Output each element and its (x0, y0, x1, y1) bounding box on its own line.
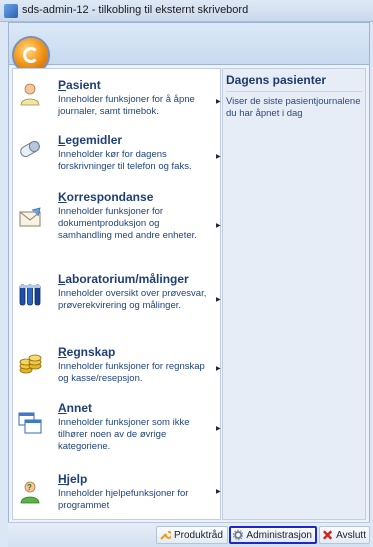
menu-item-description: Inneholder funksjoner for regnskap og ka… (58, 361, 205, 385)
window-title: sds-admin-12 - tilkobling til eksternt s… (22, 4, 249, 16)
menu-item-annet[interactable]: Annet Inneholder funksjoner som ikke til… (14, 401, 221, 465)
coins-icon (19, 354, 42, 374)
menu-item-legemidler[interactable]: Legemidler Inneholder kør for dagens for… (14, 133, 221, 181)
avslutt-label: Avslutt (336, 529, 366, 541)
menu-item-title: Laboratorium/målinger (58, 272, 189, 286)
produktrad-label: Produktråd (174, 529, 223, 541)
recent-items-pane (222, 68, 366, 520)
menu-item-description: Inneholder funksjoner som ikke tilhører … (58, 417, 190, 453)
application-logo-icon (23, 47, 39, 63)
ribbon-header (8, 22, 370, 64)
recent-title: Dagens pasienter (226, 73, 327, 87)
menu-item-korrespondanse[interactable]: Korrespondanse Inneholder funksjoner for… (14, 190, 221, 262)
menu-item-title: Hjelp (58, 472, 88, 486)
close-icon (323, 530, 333, 540)
lab-tubes-icon (19, 284, 41, 306)
menu-item-title: Pasient (58, 78, 101, 92)
menu-item-description: Inneholder funksjoner for dokumentproduk… (58, 206, 197, 242)
title-bar: sds-admin-12 - tilkobling til eksternt s… (0, 0, 373, 22)
application-orb-button[interactable] (14, 38, 48, 72)
menu-item-regnskap[interactable]: Regnskap Inneholder funksjoner for regns… (14, 345, 221, 397)
pill-icon (20, 141, 40, 157)
produktrad-button[interactable]: Produktråd (156, 526, 228, 544)
recent-description: Viser de siste pasientjournalene du har … (226, 96, 361, 119)
remote-desktop-icon (4, 4, 18, 18)
menu-item-description: Inneholder funksjoner for å åpne journal… (58, 94, 195, 118)
menu-item-description: Inneholder oversikt over prøvesvar, prøv… (58, 288, 207, 312)
submenu-arrow-icon: ▶ (216, 297, 221, 303)
menu-item-title: Regnskap (58, 345, 116, 359)
avslutt-button[interactable]: Avslutt (319, 526, 370, 544)
windows-icon (18, 412, 42, 434)
menu-item-description: Inneholder hjelpefunksjoner for programm… (58, 488, 189, 512)
administrasjon-label: Administrasjon (246, 529, 312, 541)
menu-item-description: Inneholder kør for dagens forskrivninger… (58, 149, 192, 173)
administrasjon-button[interactable]: Administrasjon (229, 526, 317, 544)
submenu-arrow-icon: ▶ (216, 99, 221, 105)
submenu-arrow-icon: ▶ (216, 489, 221, 495)
submenu-arrow-icon: ▶ (216, 223, 221, 229)
menu-item-title: Legemidler (58, 133, 123, 147)
svg-text:?: ? (27, 483, 32, 492)
envelope-icon (19, 207, 41, 227)
submenu-arrow-icon: ▶ (216, 366, 221, 372)
submenu-arrow-icon: ▶ (216, 426, 221, 432)
submenu-arrow-icon: ▶ (216, 154, 221, 160)
menu-item-title: Annet (58, 401, 93, 415)
menu-item-title: Korrespondanse (58, 190, 154, 204)
patient-icon (20, 83, 40, 106)
help-person-icon: ? (20, 481, 40, 504)
recent-divider (226, 91, 362, 92)
gear-icon (233, 529, 244, 541)
menu-item-hjelp[interactable]: ? Hjelp Inneholder hjelpefunksjoner for … (14, 472, 221, 520)
menu-item-pasient[interactable]: Pasient Inneholder funksjoner for å åpne… (14, 78, 221, 130)
wrench-icon (160, 530, 171, 540)
menu-item-laboratorium[interactable]: Laboratorium/målinger Inneholder oversik… (14, 272, 221, 336)
